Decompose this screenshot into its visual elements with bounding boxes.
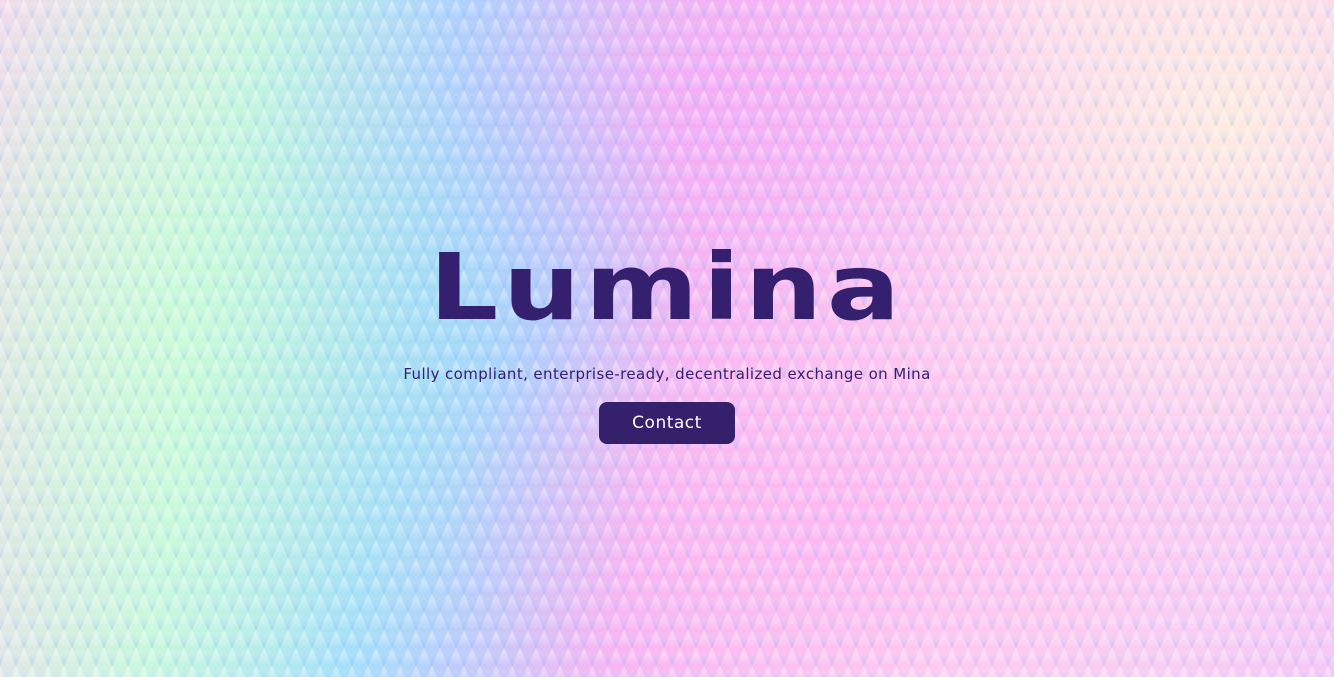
hero-section: Lumina Fully compliant, enterprise-ready… xyxy=(0,0,1334,677)
contact-button[interactable]: Contact xyxy=(599,402,735,444)
lumina-logo: Lumina xyxy=(429,234,905,341)
tagline: Fully compliant, enterprise-ready, decen… xyxy=(403,365,931,383)
